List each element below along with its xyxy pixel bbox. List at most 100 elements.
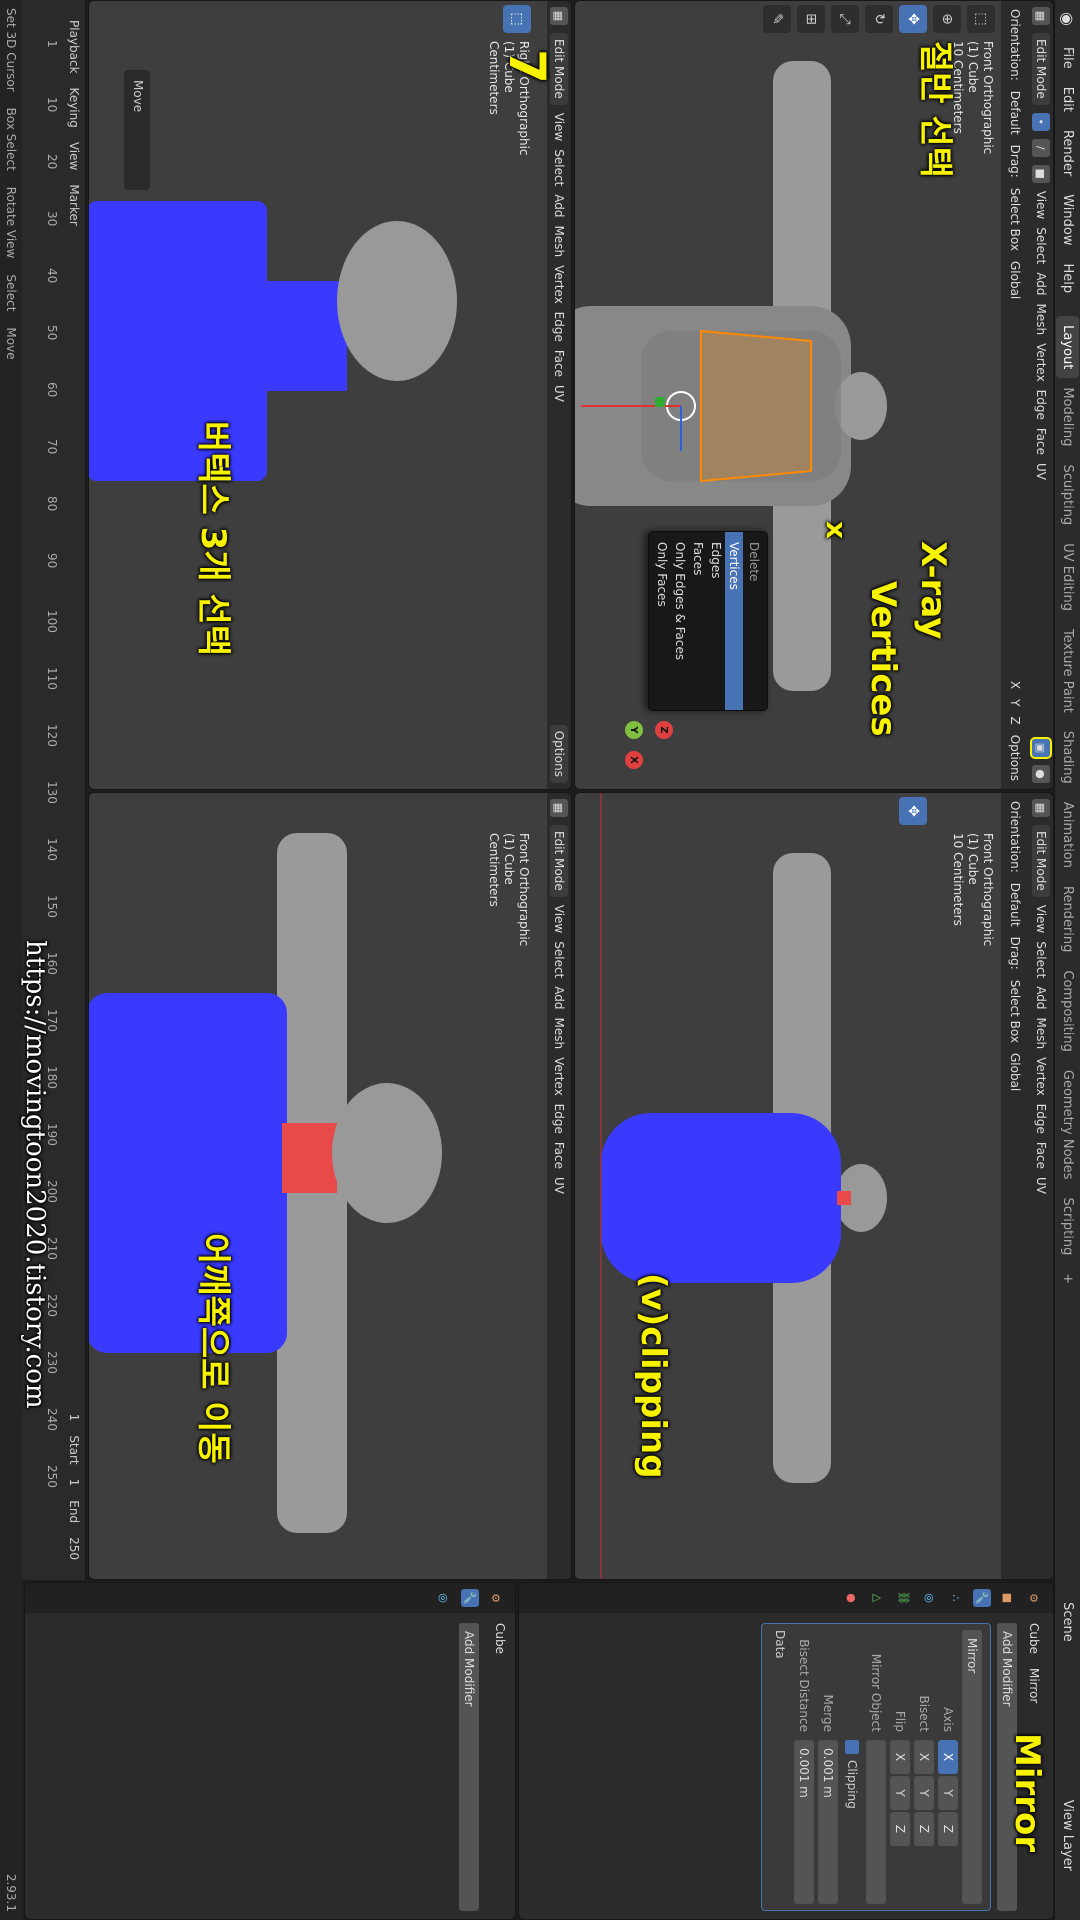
bisect-y[interactable]: Y	[914, 1776, 934, 1810]
particles-tab-icon[interactable]: ∴	[947, 1589, 965, 1607]
delete-only-edges-faces-item[interactable]: Only Edges & Faces	[671, 532, 689, 710]
face-select-icon[interactable]: ■	[1032, 164, 1050, 183]
menu-view[interactable]: View	[552, 113, 566, 141]
orientation-dropdown[interactable]: Default	[1008, 91, 1022, 135]
clipping-checkbox[interactable]	[845, 1740, 859, 1754]
menu-uv[interactable]: UV	[552, 385, 566, 402]
end-field[interactable]: 250	[67, 1537, 81, 1560]
scene-selector[interactable]: Scene	[1060, 1593, 1075, 1651]
mirror-axis-z[interactable]: Z	[938, 1812, 958, 1846]
tab-uv-editing[interactable]: UV Editing	[1056, 534, 1079, 620]
delete-faces-item[interactable]: Faces	[689, 532, 707, 710]
menu-view[interactable]: View	[1034, 905, 1048, 933]
view-layer-selector[interactable]: View Layer	[1060, 1791, 1075, 1880]
menu-mesh[interactable]: Mesh	[552, 226, 566, 258]
menu-select[interactable]: Select	[1034, 941, 1048, 978]
menu-edge[interactable]: Edge	[1034, 1104, 1048, 1134]
tool-tab-icon[interactable]: ⚙	[487, 1589, 505, 1607]
delete-vertices-item[interactable]: Vertices	[725, 532, 743, 710]
mode-selector[interactable]: Edit Mode	[1032, 33, 1050, 105]
flip-z[interactable]: Z	[890, 1812, 910, 1846]
menu-add[interactable]: Add	[1034, 272, 1048, 295]
bisect-z[interactable]: Z	[914, 1812, 934, 1846]
viewport-bottom-right[interactable]: ▦ Edit Mode View Select Add Mesh Vertex …	[88, 792, 572, 1580]
tab-animation[interactable]: Animation	[1056, 793, 1079, 877]
menu-mesh[interactable]: Mesh	[1034, 304, 1048, 336]
options-dropdown[interactable]: Options	[550, 724, 568, 783]
add-modifier-button[interactable]: Add Modifier	[459, 1623, 479, 1911]
tab-geometry-nodes[interactable]: Geometry Nodes	[1056, 1061, 1079, 1189]
marker-menu[interactable]: Marker	[67, 184, 81, 225]
menu-vertex[interactable]: Vertex	[552, 1057, 566, 1096]
xray-toggle-icon[interactable]: ▣	[1030, 737, 1052, 759]
mirror-axis-y[interactable]: Y	[938, 1776, 958, 1810]
tab-compositing[interactable]: Compositing	[1056, 961, 1079, 1061]
menu-edge[interactable]: Edge	[1034, 390, 1048, 420]
timeline-view-menu[interactable]: View	[67, 142, 81, 170]
start-field[interactable]: 1	[67, 1479, 81, 1487]
menu-uv[interactable]: UV	[552, 1177, 566, 1194]
menu-file[interactable]: File	[1060, 38, 1075, 78]
orientation-dropdown[interactable]: Default	[1008, 883, 1022, 927]
menu-face[interactable]: Face	[552, 1142, 566, 1169]
menu-window[interactable]: Window	[1060, 185, 1075, 254]
object-tab-icon[interactable]: ■	[999, 1589, 1017, 1607]
menu-vertex[interactable]: Vertex	[552, 265, 566, 304]
properties-panel-top[interactable]: ⚙ ■ 🔧 ∴ ◎ ⛓ △ ● Cube Mirror Add Modifier…	[518, 1582, 1054, 1920]
data-subpanel[interactable]: Data	[773, 1630, 787, 1659]
drag-dropdown[interactable]: Select Box	[1008, 188, 1022, 251]
tab-texture-paint[interactable]: Texture Paint	[1056, 620, 1079, 722]
menu-render[interactable]: Render	[1060, 121, 1075, 185]
blender-logo-icon[interactable]: ◉	[1057, 8, 1079, 30]
bisect-x[interactable]: X	[914, 1740, 934, 1774]
data-tab-icon[interactable]: △	[869, 1589, 887, 1607]
mirror-object-field[interactable]	[866, 1740, 886, 1904]
menu-mesh[interactable]: Mesh	[552, 1018, 566, 1050]
menu-uv[interactable]: UV	[1034, 463, 1048, 480]
menu-help[interactable]: Help	[1060, 255, 1075, 303]
keying-menu[interactable]: Keying	[67, 88, 81, 128]
tab-scripting[interactable]: Scripting	[1056, 1189, 1079, 1265]
edge-select-icon[interactable]: /	[1032, 138, 1050, 157]
menu-edge[interactable]: Edge	[552, 312, 566, 342]
current-frame-field[interactable]: 1	[67, 1414, 81, 1422]
merge-field[interactable]: 0.001 m	[818, 1740, 838, 1904]
constraints-tab-icon[interactable]: ⛓	[895, 1589, 913, 1607]
menu-add[interactable]: Add	[1034, 986, 1048, 1009]
flip-x[interactable]: X	[890, 1740, 910, 1774]
tab-rendering[interactable]: Rendering	[1056, 877, 1079, 961]
axis-y-toggle[interactable]: Y	[1008, 699, 1022, 706]
editor-type-icon[interactable]: ▦	[550, 799, 568, 817]
material-tab-icon[interactable]: ●	[843, 1589, 861, 1607]
flip-y[interactable]: Y	[890, 1776, 910, 1810]
menu-select[interactable]: Select	[1034, 227, 1048, 264]
delete-only-faces-item[interactable]: Only Faces	[653, 532, 671, 710]
vertex-select-icon[interactable]: •	[1032, 112, 1050, 131]
options-dropdown[interactable]: Options	[1008, 735, 1022, 781]
transform-orientation-dropdown[interactable]: Global	[1008, 1053, 1022, 1091]
bisect-distance-field[interactable]: 0.001 m	[794, 1740, 814, 1904]
menu-face[interactable]: Face	[1034, 428, 1048, 455]
shading-solid-icon[interactable]: ●	[1032, 765, 1050, 783]
viewport-top-right[interactable]: ▦ Edit Mode View Select Add Mesh Vertex …	[574, 792, 1054, 1580]
gizmo-y-icon[interactable]: Y	[625, 721, 643, 739]
menu-add[interactable]: Add	[552, 194, 566, 217]
menu-mesh[interactable]: Mesh	[1034, 1018, 1048, 1050]
menu-face[interactable]: Face	[1034, 1142, 1048, 1169]
editor-type-icon[interactable]: ▦	[550, 7, 568, 25]
tool-tab-icon[interactable]: ⚙	[1025, 1589, 1043, 1607]
menu-edge[interactable]: Edge	[552, 1104, 566, 1134]
playback-menu[interactable]: Playback	[67, 20, 81, 74]
transform-orientation-dropdown[interactable]: Global	[1008, 261, 1022, 299]
physics-tab-icon[interactable]: ◎	[435, 1589, 453, 1607]
menu-face[interactable]: Face	[552, 350, 566, 377]
tab-layout[interactable]: Layout	[1056, 316, 1079, 379]
menu-uv[interactable]: UV	[1034, 1177, 1048, 1194]
menu-vertex[interactable]: Vertex	[1034, 1057, 1048, 1096]
mirror-name-field[interactable]: Mirror	[962, 1630, 982, 1904]
axis-z-toggle[interactable]: Z	[1008, 716, 1022, 724]
last-operator-panel[interactable]: Move	[124, 70, 150, 190]
menu-view[interactable]: View	[1034, 191, 1048, 219]
delete-edges-item[interactable]: Edges	[707, 532, 725, 710]
editor-type-icon[interactable]: ▦	[1032, 799, 1050, 817]
